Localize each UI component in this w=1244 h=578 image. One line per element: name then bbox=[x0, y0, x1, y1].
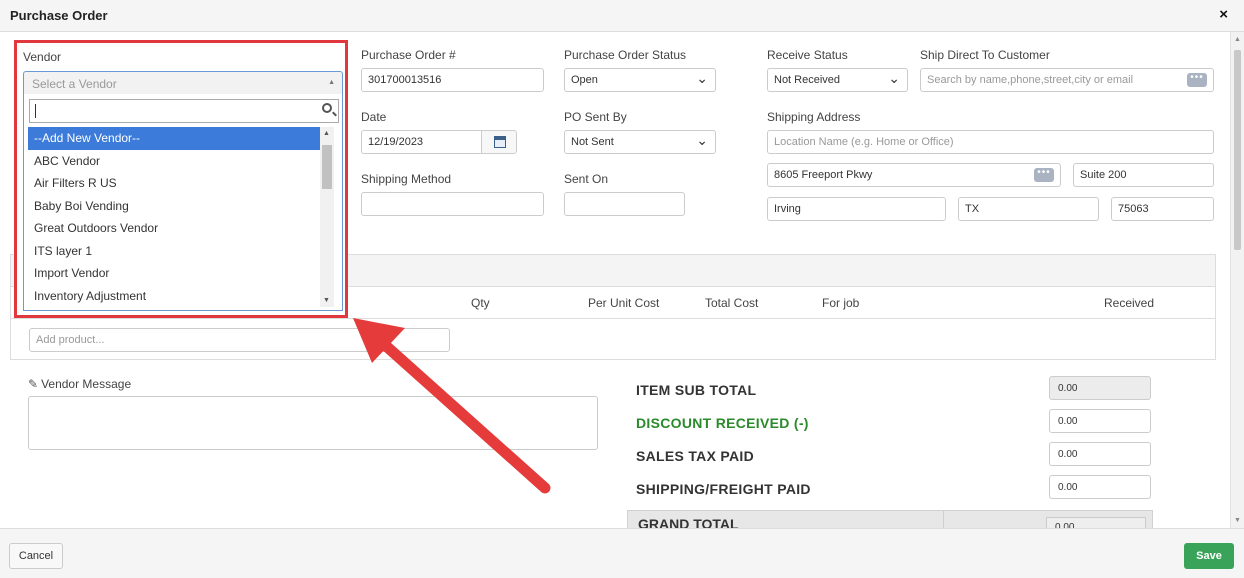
address-more-options-icon[interactable]: ••• bbox=[1034, 168, 1054, 182]
grand-total-label: GRAND TOTAL bbox=[638, 516, 739, 528]
list-scroll-down-icon[interactable]: ▼ bbox=[323, 297, 330, 304]
ship-direct-placeholder: Search by name,phone,street,city or emai… bbox=[927, 74, 1134, 86]
col-per-unit-cost: Per Unit Cost bbox=[588, 296, 660, 310]
vendor-option[interactable]: ITS layer 1 bbox=[28, 240, 320, 263]
receive-status-label: Receive Status bbox=[767, 48, 848, 62]
date-label: Date bbox=[361, 110, 387, 124]
item-sub-total-label: ITEM SUB TOTAL bbox=[636, 382, 757, 398]
vendor-highlight-box: Vendor Select a Vendor ▲ --Add New Vendo… bbox=[14, 40, 348, 318]
sales-tax-paid-label: SALES TAX PAID bbox=[636, 448, 755, 464]
city-input[interactable]: Irving bbox=[767, 197, 946, 221]
vendor-placeholder: Select a Vendor bbox=[32, 77, 117, 91]
vendor-list-scrollbar[interactable]: ▲ ▼ bbox=[320, 127, 334, 307]
caret-up-icon: ▲ bbox=[328, 79, 335, 86]
sales-tax-paid-input[interactable]: 0.00 bbox=[1049, 442, 1151, 466]
vendor-label: Vendor bbox=[23, 50, 62, 64]
ship-direct-search-input[interactable]: Search by name,phone,street,city or emai… bbox=[920, 68, 1214, 92]
po-sent-by-label: PO Sent By bbox=[564, 110, 627, 124]
grand-total-value: 0.00 bbox=[1046, 517, 1146, 528]
scroll-up-icon[interactable]: ▲ bbox=[1234, 36, 1241, 43]
receive-status-select[interactable]: Not Received bbox=[767, 68, 908, 92]
vendor-message-label: ✎ Vendor Message bbox=[28, 377, 131, 391]
vendor-option[interactable]: Great Outdoors Vendor bbox=[28, 217, 320, 240]
receive-status-value: Not Received bbox=[774, 74, 841, 86]
shipping-method-label: Shipping Method bbox=[361, 172, 452, 186]
po-status-label: Purchase Order Status bbox=[564, 48, 687, 62]
dialog-titlebar: Purchase Order × bbox=[0, 0, 1244, 32]
vendor-search-input[interactable] bbox=[29, 99, 339, 123]
scroll-down-icon[interactable]: ▼ bbox=[1234, 517, 1241, 524]
discount-received-label: DISCOUNT RECEIVED (-) bbox=[636, 415, 809, 431]
text-cursor bbox=[35, 104, 36, 118]
dialog-scrollbar[interactable]: ▲ ▼ bbox=[1230, 32, 1244, 528]
col-for-job: For job bbox=[822, 296, 860, 310]
state-input[interactable]: TX bbox=[958, 197, 1099, 221]
discount-received-input[interactable]: 0.00 bbox=[1049, 409, 1151, 433]
po-status-select[interactable]: Open bbox=[564, 68, 716, 92]
street-address-value: 8605 Freeport Pkwy bbox=[774, 169, 873, 181]
shipping-freight-paid-label: SHIPPING/FREIGHT PAID bbox=[636, 481, 811, 497]
add-product-row: Add product... bbox=[10, 318, 1216, 360]
vendor-dropdown: --Add New Vendor-- ABC Vendor Air Filter… bbox=[23, 94, 343, 311]
grand-total-divider bbox=[943, 511, 944, 528]
search-icon bbox=[322, 103, 332, 113]
shipping-freight-paid-input[interactable]: 0.00 bbox=[1049, 475, 1151, 499]
col-received: Received bbox=[1104, 296, 1155, 310]
sent-on-input[interactable] bbox=[564, 192, 685, 216]
add-product-input[interactable]: Add product... bbox=[29, 328, 450, 352]
suite-input[interactable]: Suite 200 bbox=[1073, 163, 1214, 187]
po-status-value: Open bbox=[571, 74, 598, 86]
vendor-message-label-text: Vendor Message bbox=[41, 377, 132, 391]
zip-input[interactable]: 75063 bbox=[1111, 197, 1214, 221]
col-total-cost: Total Cost bbox=[705, 296, 759, 310]
street-address-input[interactable]: 8605 Freeport Pkwy ••• bbox=[767, 163, 1061, 187]
dialog-footer: Cancel Save bbox=[0, 528, 1244, 578]
vendor-option[interactable]: ABC Vendor bbox=[28, 150, 320, 173]
close-icon[interactable]: × bbox=[1219, 6, 1228, 23]
grand-total-row: GRAND TOTAL 0.00 bbox=[627, 510, 1153, 528]
vendor-options-list: --Add New Vendor-- ABC Vendor Air Filter… bbox=[28, 127, 320, 307]
vendor-select[interactable]: Select a Vendor ▲ bbox=[23, 71, 343, 95]
vendor-message-textarea[interactable] bbox=[28, 396, 598, 450]
ship-direct-label: Ship Direct To Customer bbox=[920, 48, 1050, 62]
sent-on-label: Sent On bbox=[564, 172, 609, 186]
dialog-title: Purchase Order bbox=[10, 8, 108, 23]
vendor-option[interactable]: Air Filters R US bbox=[28, 172, 320, 195]
scrollbar-thumb[interactable] bbox=[1234, 50, 1241, 250]
vendor-option[interactable]: --Add New Vendor-- bbox=[28, 127, 320, 150]
calendar-icon[interactable] bbox=[481, 130, 517, 154]
shipping-address-label: Shipping Address bbox=[767, 110, 861, 124]
po-sent-by-value: Not Sent bbox=[571, 136, 614, 148]
cancel-button[interactable]: Cancel bbox=[9, 543, 63, 569]
col-qty: Qty bbox=[471, 296, 490, 310]
po-sent-by-select[interactable]: Not Sent bbox=[564, 130, 716, 154]
po-number-label: Purchase Order # bbox=[361, 48, 456, 62]
vendor-option[interactable]: Import Vendor bbox=[28, 262, 320, 285]
item-sub-total-value: 0.00 bbox=[1049, 376, 1151, 400]
date-input[interactable]: 12/19/2023 bbox=[361, 130, 482, 154]
vendor-option[interactable]: Inventory Adjustment bbox=[28, 285, 320, 308]
vendor-option[interactable]: Baby Boi Vending bbox=[28, 195, 320, 218]
po-number-input[interactable]: 301700013516 bbox=[361, 68, 544, 92]
more-options-icon[interactable]: ••• bbox=[1187, 73, 1207, 87]
list-scroll-up-icon[interactable]: ▲ bbox=[323, 130, 330, 137]
pencil-icon: ✎ bbox=[28, 377, 39, 391]
location-name-input[interactable]: Location Name (e.g. Home or Office) bbox=[767, 130, 1214, 154]
list-scrollbar-thumb[interactable] bbox=[322, 145, 332, 189]
shipping-method-input[interactable] bbox=[361, 192, 544, 216]
save-button[interactable]: Save bbox=[1184, 543, 1234, 569]
